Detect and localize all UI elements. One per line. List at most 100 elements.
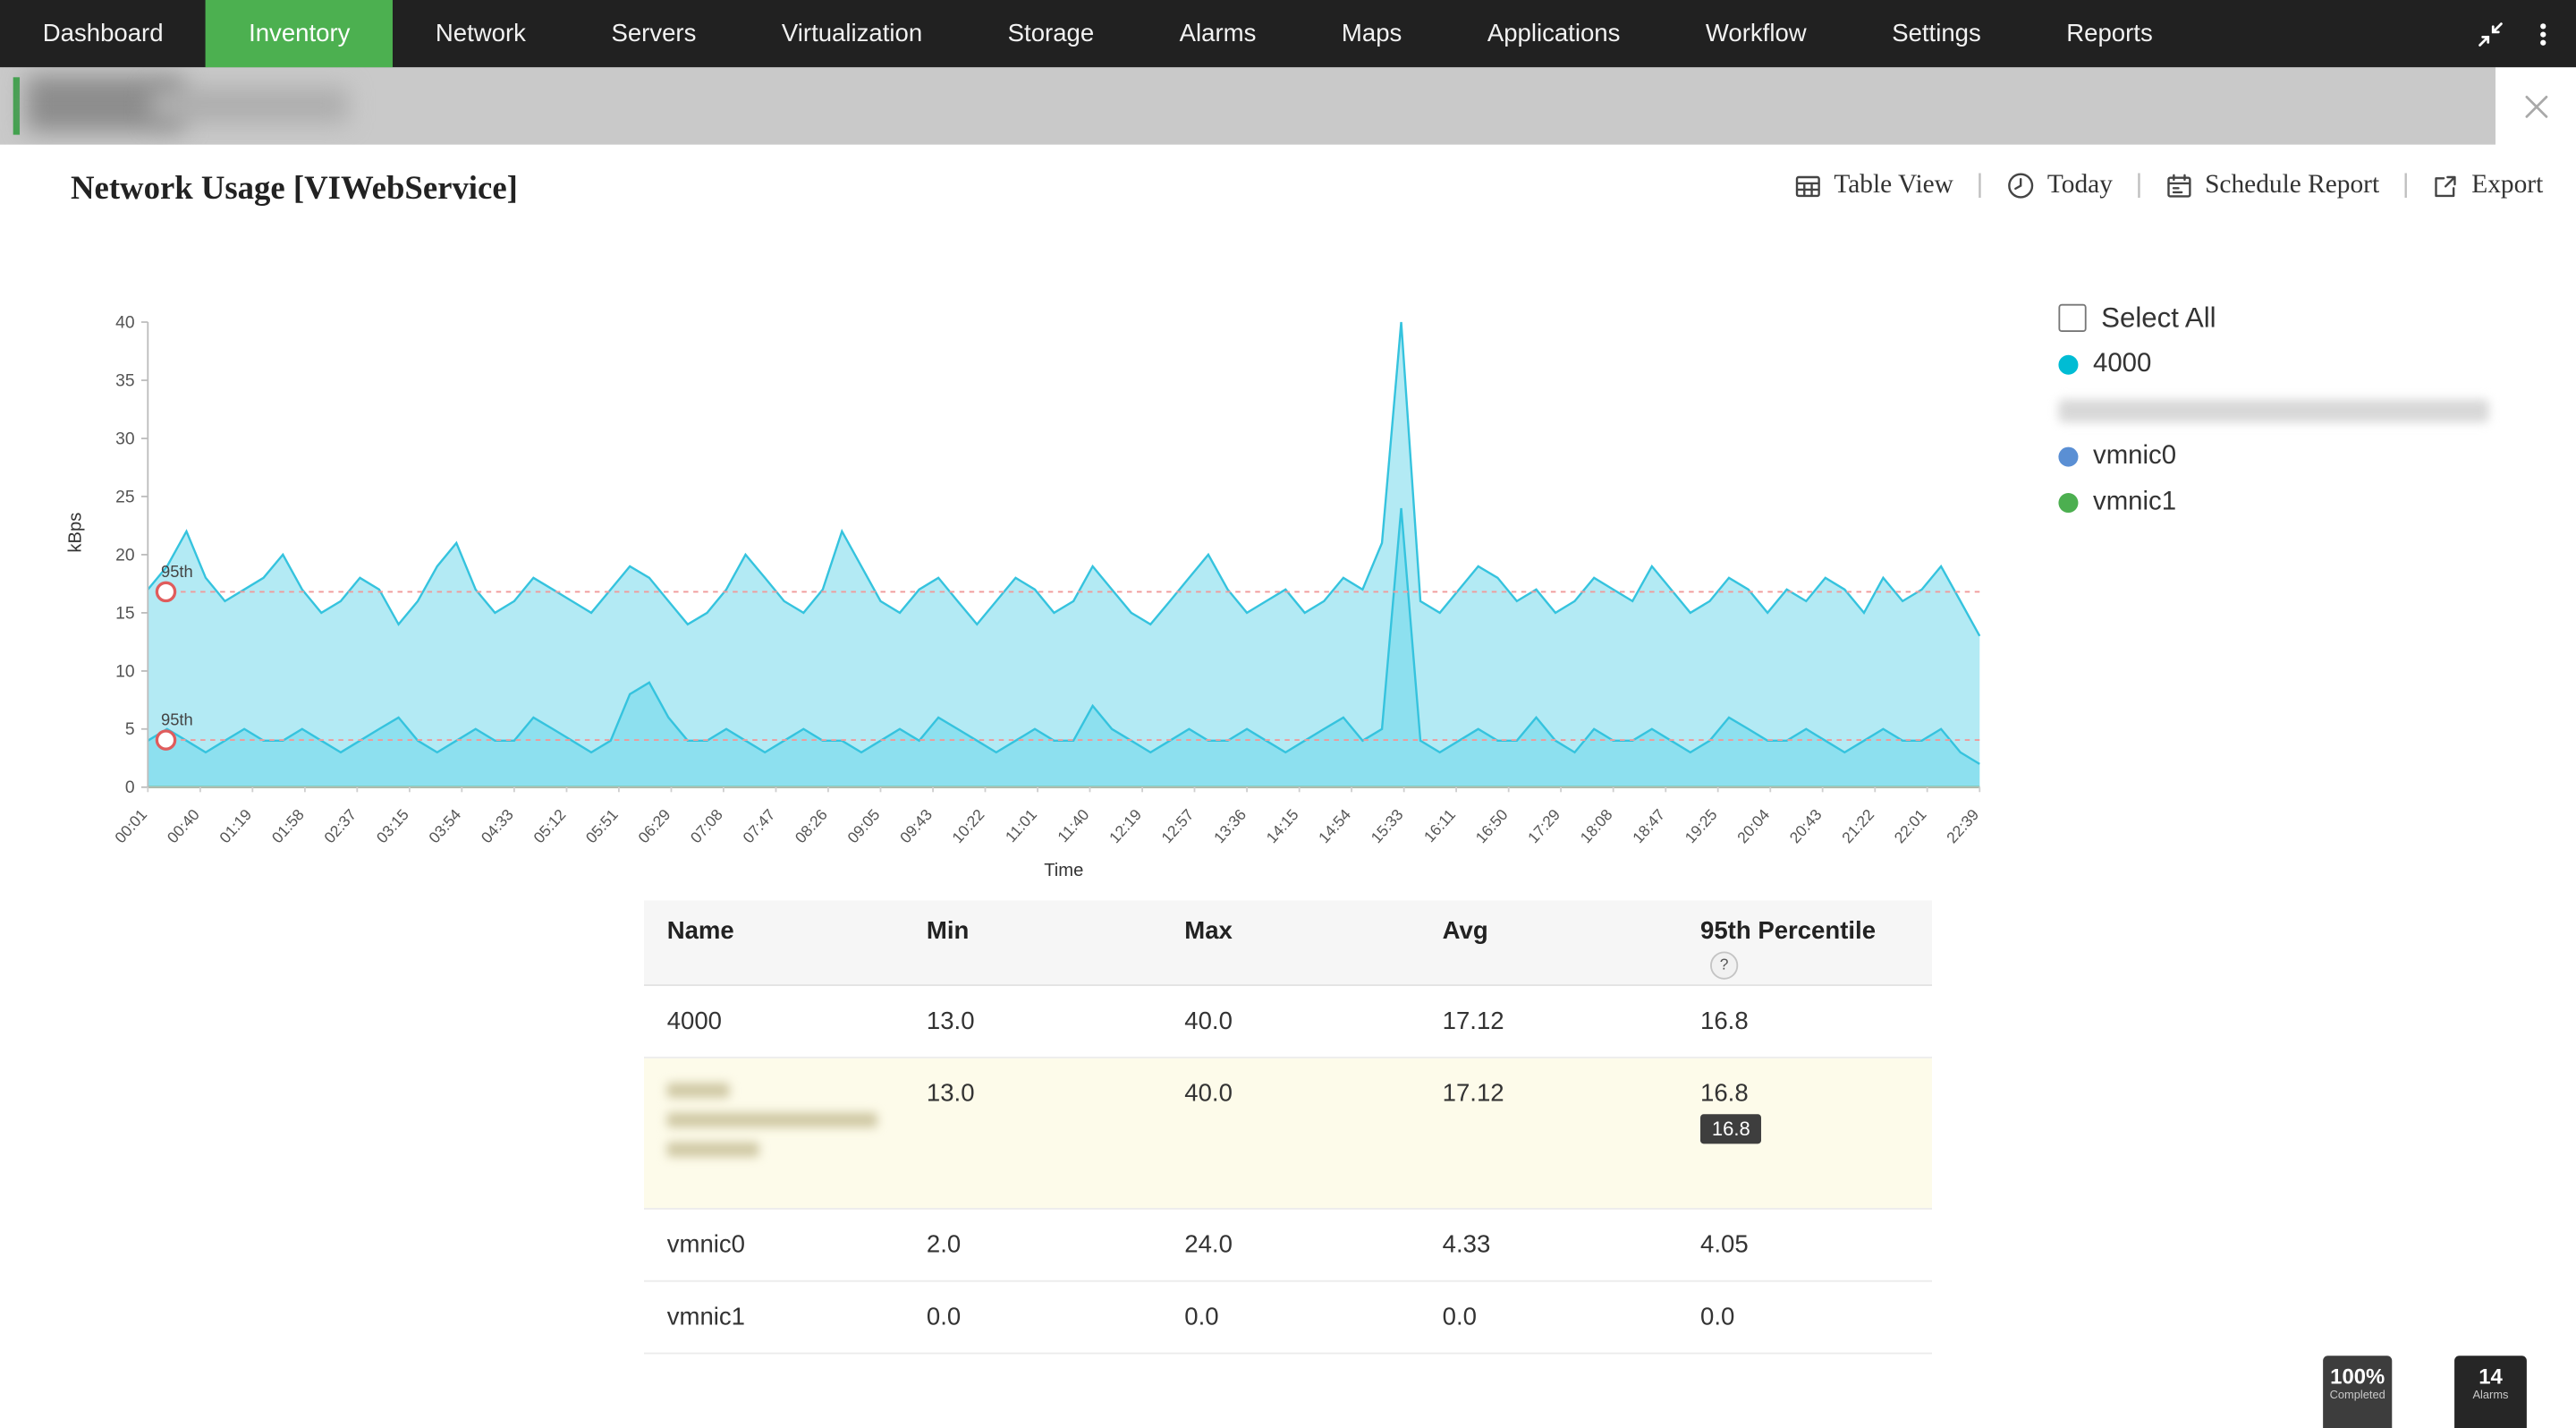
collapse-icon[interactable] xyxy=(2474,17,2507,50)
export-label: Export xyxy=(2471,171,2543,200)
kebab-menu-icon[interactable] xyxy=(2527,17,2560,50)
chart-y-axis-label: kBps xyxy=(66,513,86,553)
cell-p95: 16.8 16.8 xyxy=(1677,1080,1932,1144)
series-color-dot xyxy=(2058,446,2078,466)
svg-text:01:19: 01:19 xyxy=(216,805,255,846)
svg-text:20:43: 20:43 xyxy=(1786,805,1826,846)
cell-avg: 4.33 xyxy=(1419,1231,1677,1259)
cell-p95: 4.05 xyxy=(1677,1231,1932,1259)
nav-item-alarms[interactable]: Alarms xyxy=(1137,0,1299,67)
svg-text:22:39: 22:39 xyxy=(1943,805,1982,846)
alarms-label: Alarms xyxy=(2454,1390,2527,1402)
table-view-label: Table View xyxy=(1834,171,1953,200)
chart-area: 051015202530354000:0100:4001:1901:5802:3… xyxy=(102,306,2024,901)
alarms-count-badge[interactable]: 14 Alarms xyxy=(2454,1356,2527,1428)
table-row[interactable]: 4000 13.0 40.0 17.12 16.8 xyxy=(644,986,1932,1058)
svg-text:19:25: 19:25 xyxy=(1682,805,1721,846)
svg-text:10:22: 10:22 xyxy=(948,805,987,846)
top-nav: Dashboard Inventory Network Servers Virt… xyxy=(0,0,2576,67)
schedule-report-button[interactable]: Schedule Report xyxy=(2165,171,2379,200)
legend-item-label: vmnic1 xyxy=(2093,488,2176,517)
banner-close-button[interactable] xyxy=(2496,67,2576,144)
page-title: Network Usage [VIWebService] xyxy=(71,171,518,208)
banner-accent-bar xyxy=(13,77,20,134)
legend-item-4000[interactable]: 4000 xyxy=(2058,348,2518,379)
legend-item-label: 4000 xyxy=(2093,349,2151,378)
svg-text:22:01: 22:01 xyxy=(1891,805,1930,846)
series-color-dot xyxy=(2058,492,2078,512)
completed-value: 100% xyxy=(2323,1364,2392,1389)
svg-text:10: 10 xyxy=(115,662,134,681)
export-button[interactable]: Export xyxy=(2432,171,2543,200)
svg-text:95th: 95th xyxy=(161,710,193,729)
svg-text:18:47: 18:47 xyxy=(1629,805,1668,846)
col-header-min: Min xyxy=(903,917,1161,945)
svg-text:11:40: 11:40 xyxy=(1054,805,1092,846)
nav-item-settings[interactable]: Settings xyxy=(1849,0,2023,67)
svg-text:12:57: 12:57 xyxy=(1157,805,1197,846)
svg-text:21:22: 21:22 xyxy=(1838,805,1877,846)
nav-item-reports[interactable]: Reports xyxy=(2024,0,2196,67)
completed-status-badge[interactable]: 100% Completed xyxy=(2323,1356,2392,1428)
notification-banner xyxy=(0,67,2496,144)
table-row-highlighted[interactable]: 13.0 40.0 17.12 16.8 16.8 xyxy=(644,1058,1932,1210)
cell-max: 40.0 xyxy=(1162,1080,1419,1108)
value-tooltip: 16.8 xyxy=(1700,1114,1762,1143)
calendar-icon xyxy=(2165,172,2193,200)
nav-item-dashboard[interactable]: Dashboard xyxy=(0,0,206,67)
table-row[interactable]: vmnic1 0.0 0.0 0.0 0.0 xyxy=(644,1282,1932,1355)
nav-item-maps[interactable]: Maps xyxy=(1299,0,1445,67)
completed-label: Completed xyxy=(2323,1390,2392,1402)
cell-name: vmnic0 xyxy=(644,1231,903,1259)
legend-item-vmnic0[interactable]: vmnic0 xyxy=(2058,440,2518,472)
svg-text:12:19: 12:19 xyxy=(1106,805,1145,846)
cell-avg: 17.12 xyxy=(1419,1080,1677,1108)
nav-item-workflow[interactable]: Workflow xyxy=(1663,0,1849,67)
svg-text:07:08: 07:08 xyxy=(687,805,726,846)
svg-text:00:40: 00:40 xyxy=(164,805,203,846)
cell-max: 24.0 xyxy=(1162,1231,1419,1259)
help-icon[interactable]: ? xyxy=(1710,951,1738,979)
svg-text:20:04: 20:04 xyxy=(1733,805,1773,846)
stats-table: Name Min Max Avg 95th Percentile ? 4000 … xyxy=(644,901,1932,1355)
legend-item-vmnic1[interactable]: vmnic1 xyxy=(2058,487,2518,518)
nav-item-applications[interactable]: Applications xyxy=(1445,0,1663,67)
cell-name-redacted xyxy=(644,1080,903,1157)
cell-max: 0.0 xyxy=(1162,1304,1419,1331)
schedule-report-label: Schedule Report xyxy=(2205,171,2379,200)
select-all-checkbox[interactable] xyxy=(2058,304,2086,332)
svg-text:04:33: 04:33 xyxy=(478,805,517,846)
table-view-button[interactable]: Table View xyxy=(1794,171,1953,200)
legend-item-label: vmnic0 xyxy=(2093,441,2176,471)
svg-text:25: 25 xyxy=(115,488,134,506)
svg-text:06:29: 06:29 xyxy=(634,805,674,846)
legend-item-redacted[interactable] xyxy=(2058,395,2518,426)
clock-icon xyxy=(2006,171,2036,200)
time-period-button[interactable]: Today xyxy=(2006,171,2113,200)
nav-item-network[interactable]: Network xyxy=(393,0,569,67)
nav-item-storage[interactable]: Storage xyxy=(965,0,1137,67)
svg-text:0: 0 xyxy=(125,778,135,797)
table-icon xyxy=(1794,172,1822,200)
network-usage-chart[interactable]: 051015202530354000:0100:4001:1901:5802:3… xyxy=(102,306,2024,901)
svg-text:08:26: 08:26 xyxy=(792,805,831,846)
svg-text:95th: 95th xyxy=(161,562,193,581)
col-header-p95-label: 95th Percentile xyxy=(1700,917,1876,945)
svg-text:15:33: 15:33 xyxy=(1368,805,1407,846)
nav-item-inventory[interactable]: Inventory xyxy=(206,0,393,67)
svg-text:11:01: 11:01 xyxy=(1002,805,1040,846)
svg-text:35: 35 xyxy=(115,371,134,390)
app-root: Dashboard Inventory Network Servers Virt… xyxy=(0,0,2576,1412)
cell-min: 13.0 xyxy=(903,1007,1161,1035)
nav-item-servers[interactable]: Servers xyxy=(569,0,739,67)
table-row[interactable]: vmnic0 2.0 24.0 4.33 4.05 xyxy=(644,1210,1932,1282)
toolbar-separator: | xyxy=(2402,171,2410,200)
col-header-name: Name xyxy=(644,917,903,945)
toolbar-separator: | xyxy=(2136,171,2143,200)
select-all-row[interactable]: Select All xyxy=(2058,302,2518,334)
time-period-label: Today xyxy=(2047,171,2113,200)
svg-text:30: 30 xyxy=(115,429,134,448)
svg-text:05:51: 05:51 xyxy=(582,805,622,846)
nav-item-virtualization[interactable]: Virtualization xyxy=(739,0,965,67)
cell-p95-value: 16.8 xyxy=(1700,1080,1932,1108)
